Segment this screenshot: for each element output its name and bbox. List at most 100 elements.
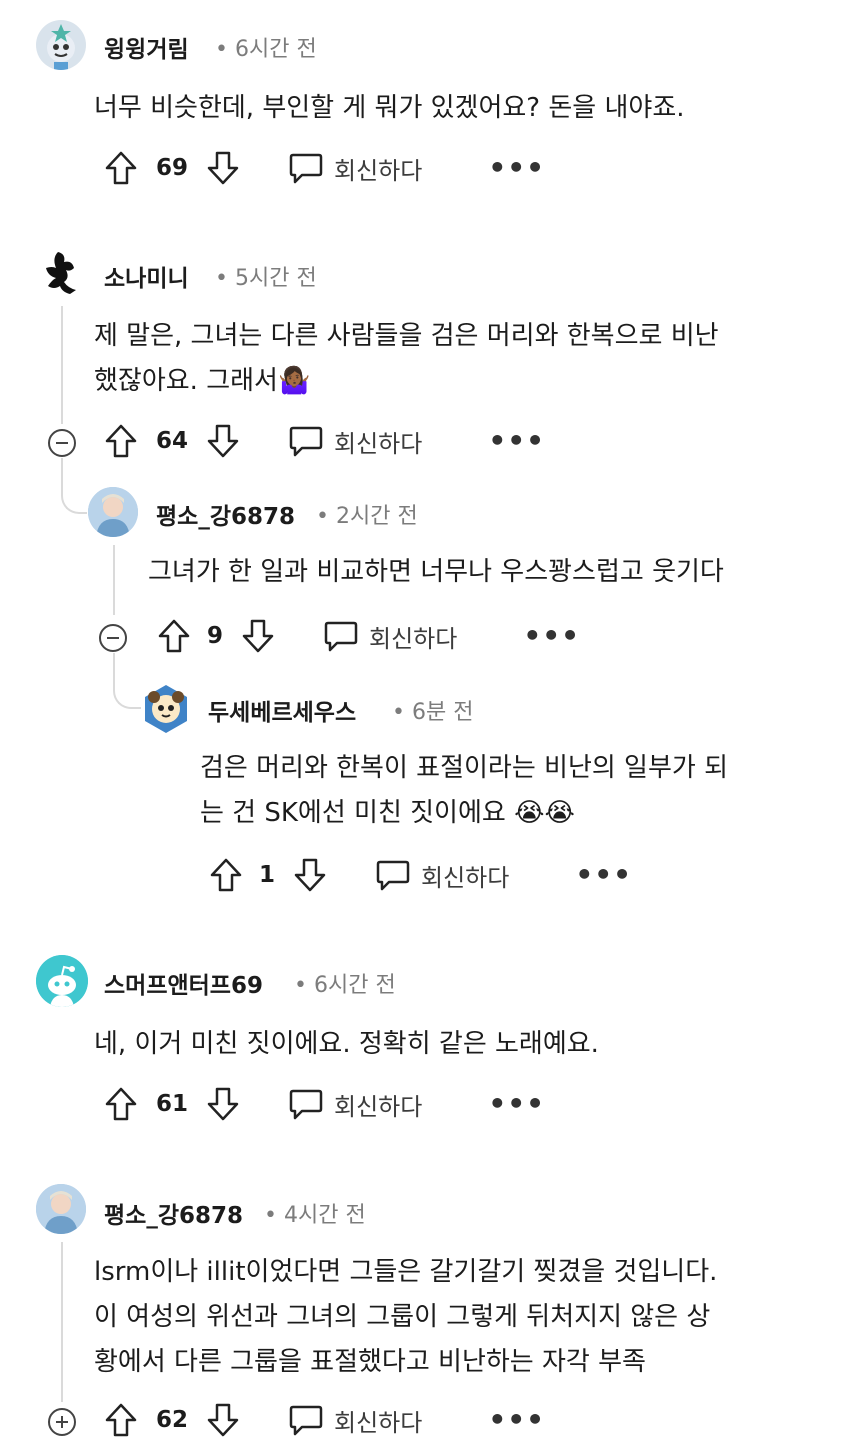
arrow-up-icon xyxy=(105,1403,137,1437)
collapse-thread-button[interactable] xyxy=(99,624,127,652)
downvote-button[interactable] xyxy=(293,857,327,893)
comment-text: 네, 이거 미친 짓이에요. 정확히 같은 노래예요. xyxy=(94,1029,599,1059)
comment-text: 했잖아요. 그래서🤷🏾‍♀️ xyxy=(94,366,311,396)
person-photo-icon xyxy=(36,1184,86,1234)
timestamp: • 4시간 전 xyxy=(264,1203,366,1228)
arrow-up-icon xyxy=(105,424,137,458)
thread-connector xyxy=(113,653,141,709)
action-bar: 64 회신하다 ••• xyxy=(104,423,545,459)
snoo-avatar-icon xyxy=(47,24,75,70)
more-options-button[interactable]: ••• xyxy=(575,861,632,889)
action-bar: 1 회신하다 ••• xyxy=(209,857,632,893)
reply-button[interactable]: 회신하다 xyxy=(288,151,422,186)
upvote-button[interactable] xyxy=(104,1402,138,1438)
upvote-button[interactable] xyxy=(104,150,138,186)
person-photo-icon xyxy=(88,487,138,537)
arrow-up-icon xyxy=(105,1087,137,1121)
vote-count: 9 xyxy=(207,623,224,649)
timestamp: • 6분 전 xyxy=(392,700,474,725)
reply-button[interactable]: 회신하다 xyxy=(288,1403,422,1438)
reply-label: 회신하다 xyxy=(334,1092,423,1121)
snoo-avatar-icon xyxy=(36,955,88,1007)
timestamp: • 5시간 전 xyxy=(215,266,317,291)
timestamp: • 6시간 전 xyxy=(215,37,317,62)
comment-icon xyxy=(376,860,410,891)
more-options-button[interactable]: ••• xyxy=(523,622,580,650)
comment-text: 는 건 SK에선 미친 짓이에요 😭😭 xyxy=(200,798,575,828)
arrow-down-icon xyxy=(207,424,239,458)
downvote-button[interactable] xyxy=(206,423,240,459)
vote-count: 64 xyxy=(156,428,189,454)
comment-icon xyxy=(289,1405,323,1436)
arrow-down-icon xyxy=(207,151,239,185)
avatar[interactable] xyxy=(88,487,138,537)
username[interactable]: 스머프앤터프69 xyxy=(104,966,263,1000)
reply-button[interactable]: 회신하다 xyxy=(288,424,422,459)
username[interactable]: 소나미니 xyxy=(104,259,189,293)
username[interactable]: 평소_강6878 xyxy=(104,1196,243,1230)
vote-count: 62 xyxy=(156,1407,189,1433)
thread-line xyxy=(61,1242,63,1402)
action-bar: 62 회신하다 ••• xyxy=(104,1402,545,1438)
reply-label: 회신하다 xyxy=(334,429,423,458)
arrow-up-icon xyxy=(158,619,190,653)
arrow-down-icon xyxy=(207,1403,239,1437)
comment-body: 그녀가 한 일과 비교하면 너무나 우스꽝스럽고 웃기다 xyxy=(148,550,724,595)
thread-line xyxy=(61,306,63,424)
thread-line xyxy=(113,545,115,615)
username[interactable]: 윙윙거림 xyxy=(104,30,189,64)
more-options-button[interactable]: ••• xyxy=(488,427,545,455)
avatar[interactable] xyxy=(36,20,86,70)
avatar[interactable] xyxy=(36,1184,86,1234)
downvote-button[interactable] xyxy=(206,1086,240,1122)
arrow-up-icon xyxy=(105,151,137,185)
comment-icon xyxy=(324,621,358,652)
comment-icon xyxy=(289,426,323,457)
username[interactable]: 평소_강6878 xyxy=(156,497,295,531)
action-bar: 9 회신하다 ••• xyxy=(157,618,580,654)
upvote-button[interactable] xyxy=(209,857,243,893)
avatar[interactable] xyxy=(36,955,88,1007)
comment-icon xyxy=(289,153,323,184)
more-options-button[interactable]: ••• xyxy=(488,1090,545,1118)
avatar[interactable] xyxy=(141,683,191,733)
avatar[interactable] xyxy=(36,248,86,298)
comment-text: 이 여성의 위선과 그녀의 그룹이 그렇게 뒤처지지 않은 상 xyxy=(94,1302,711,1332)
upvote-button[interactable] xyxy=(104,423,138,459)
collapse-thread-button[interactable] xyxy=(48,429,76,457)
arrow-down-icon xyxy=(242,619,274,653)
vote-count: 69 xyxy=(156,155,189,181)
reply-button[interactable]: 회신하다 xyxy=(323,619,457,654)
arrow-down-icon xyxy=(294,858,326,892)
timestamp: • 2시간 전 xyxy=(316,504,418,529)
downvote-button[interactable] xyxy=(206,1402,240,1438)
arrow-down-icon xyxy=(207,1087,239,1121)
reply-label: 회신하다 xyxy=(334,1408,423,1437)
comment-text: 검은 머리와 한복이 표절이라는 비난의 일부가 되 xyxy=(200,753,728,783)
comment-text: 너무 비슷한데, 부인할 게 뭐가 있겠어요? 돈을 내야죠. xyxy=(94,93,685,123)
thread-connector xyxy=(61,458,87,514)
downvote-button[interactable] xyxy=(206,150,240,186)
comment-text: 제 말은, 그녀는 다른 사람들을 검은 머리와 한복으로 비난 xyxy=(94,321,719,351)
action-bar: 61 회신하다 ••• xyxy=(104,1086,545,1122)
more-options-button[interactable]: ••• xyxy=(488,1406,545,1434)
upvote-button[interactable] xyxy=(104,1086,138,1122)
username[interactable]: 두세베르세우스 xyxy=(208,693,356,727)
downvote-button[interactable] xyxy=(241,618,275,654)
arrow-up-icon xyxy=(210,858,242,892)
vote-count: 61 xyxy=(156,1091,189,1117)
comment-body: 네, 이거 미친 짓이에요. 정확히 같은 노래예요. xyxy=(94,1022,599,1067)
action-bar: 69 회신하다 ••• xyxy=(104,150,545,186)
comment-body: 너무 비슷한데, 부인할 게 뭐가 있겠어요? 돈을 내야죠. xyxy=(94,86,685,131)
reply-button[interactable]: 회신하다 xyxy=(288,1087,422,1122)
comment-text: 그녀가 한 일과 비교하면 너무나 우스꽝스럽고 웃기다 xyxy=(148,557,724,587)
silhouette-avatar-icon xyxy=(46,252,76,294)
upvote-button[interactable] xyxy=(157,618,191,654)
comment-text: lsrm이나 illit이었다면 그들은 갈기갈기 찢겼을 것입니다. xyxy=(94,1257,718,1287)
expand-thread-button[interactable] xyxy=(48,1408,76,1436)
reply-button[interactable]: 회신하다 xyxy=(375,858,509,893)
reply-label: 회신하다 xyxy=(334,156,423,185)
comment-body: 검은 머리와 한복이 표절이라는 비난의 일부가 되 는 건 SK에선 미친 짓… xyxy=(200,746,728,836)
more-options-button[interactable]: ••• xyxy=(488,154,545,182)
comment-body: 제 말은, 그녀는 다른 사람들을 검은 머리와 한복으로 비난 했잖아요. 그… xyxy=(94,314,719,404)
